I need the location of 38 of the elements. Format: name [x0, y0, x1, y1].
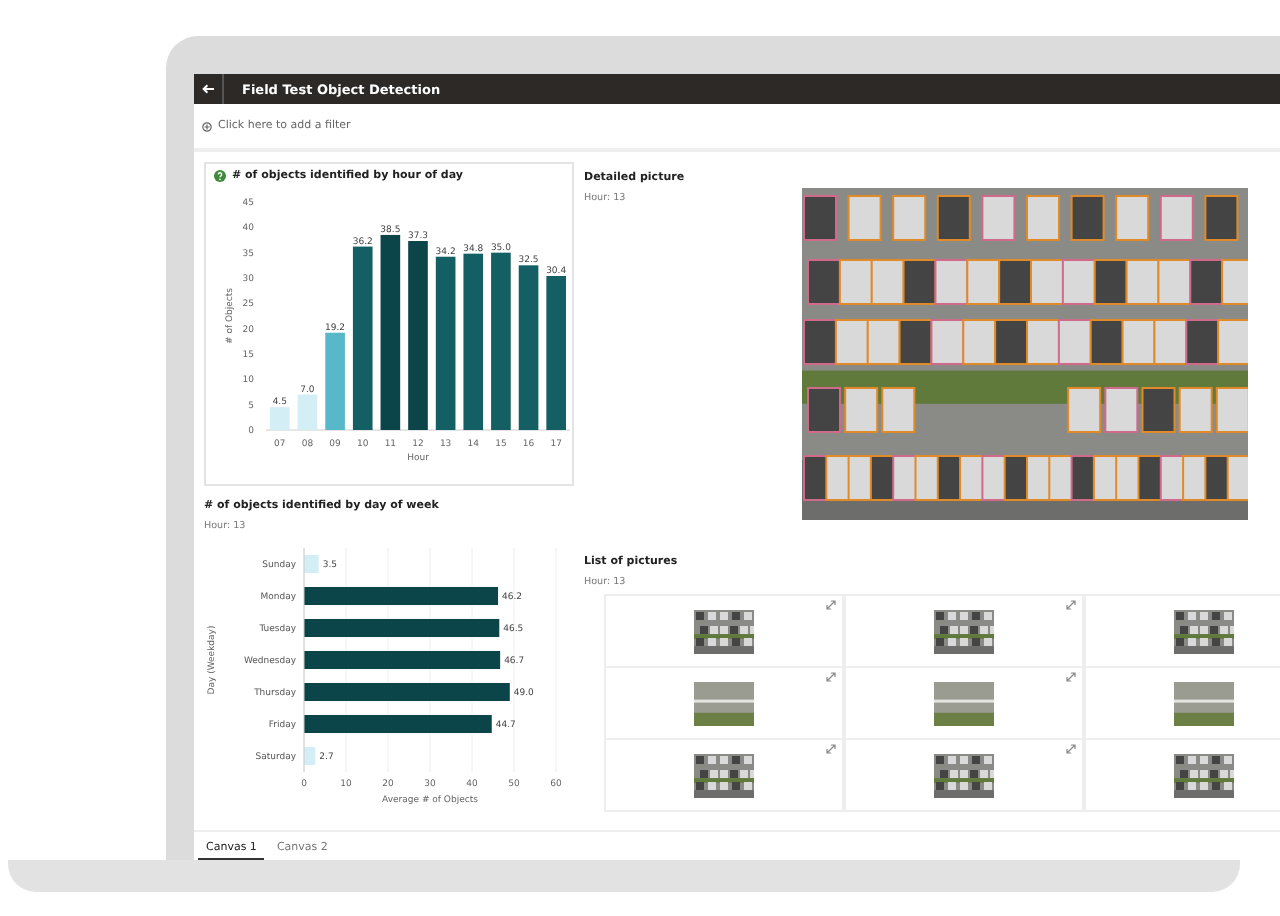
picture-cell[interactable] [1084, 740, 1280, 812]
expand-button[interactable] [1066, 744, 1076, 754]
expand-button[interactable] [826, 744, 836, 754]
bar[interactable] [380, 234, 401, 430]
picture-cell[interactable] [844, 668, 1084, 740]
back-arrow-icon [202, 84, 214, 94]
picture-cell[interactable] [844, 596, 1084, 668]
bar[interactable] [518, 265, 539, 430]
thumbnail-photo[interactable] [934, 609, 994, 653]
expand-icon [1066, 744, 1076, 754]
thumbnail-photo[interactable] [1174, 681, 1234, 725]
picture-cell[interactable] [604, 740, 844, 812]
thumbnail-photo[interactable] [1174, 753, 1234, 797]
expand-button[interactable] [1066, 672, 1076, 682]
help-icon[interactable] [214, 170, 226, 182]
picture-cell[interactable] [604, 596, 844, 668]
picture-cell[interactable] [1084, 596, 1280, 668]
bar[interactable] [463, 253, 484, 430]
bar[interactable] [352, 246, 373, 430]
thumbnail-photo[interactable] [934, 753, 994, 797]
expand-button[interactable] [826, 600, 836, 610]
expand-icon [1066, 600, 1076, 610]
thumbnail-photo[interactable] [694, 681, 754, 725]
thumbnail-photo[interactable] [694, 609, 754, 653]
bar[interactable] [435, 256, 456, 430]
expand-icon [1066, 672, 1076, 682]
add-icon [202, 121, 212, 131]
thumbnail-photo[interactable] [694, 753, 754, 797]
picture-cell[interactable] [1084, 668, 1280, 740]
expand-button[interactable] [826, 672, 836, 682]
expand-button[interactable] [1066, 600, 1076, 610]
thumbnail-photo[interactable] [1174, 609, 1234, 653]
expand-icon [826, 744, 836, 754]
picture-cell[interactable] [604, 668, 844, 740]
picture-cell[interactable] [844, 740, 1084, 812]
expand-icon [826, 672, 836, 682]
thumbnail-photo[interactable] [934, 681, 994, 725]
expand-icon [826, 600, 836, 610]
